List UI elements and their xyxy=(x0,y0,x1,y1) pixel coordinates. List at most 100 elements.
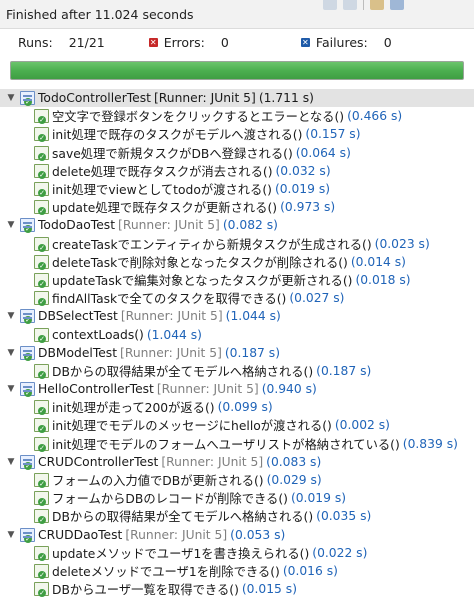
pass-check-icon: ✓ xyxy=(24,389,32,398)
test-row[interactable]: ✓ DBからユーザ一覧を取得できる() (0.015 s) xyxy=(0,580,474,598)
suite-row[interactable]: ▼ ✓ HelloControllerTest [Runner: JUnit 5] (0… xyxy=(0,380,474,398)
test-name: init処理でモデルのフォームへユーザリストが格納されている() xyxy=(52,437,400,452)
test-case-icon: ✓ xyxy=(34,163,49,179)
test-name: save処理で新規タスクがDBへ登録される() xyxy=(52,146,293,161)
suite-row[interactable]: ▼ ✓ TodoDaoTest [Runner: JUnit 5] (0.082 s) xyxy=(0,216,474,234)
test-name: findAllTaskで全てのタスクを取得できる() xyxy=(52,292,287,307)
test-row[interactable]: ✓ init処理が走って200が返る() (0.099 s) xyxy=(0,398,474,416)
test-row[interactable]: ✓ save処理で新規タスクがDBへ登録される() (0.064 s) xyxy=(0,144,474,162)
test-row[interactable]: ✓ 空文字で登録ボタンをクリックするとエラーとなる() (0.466 s) xyxy=(0,107,474,125)
pass-check-icon: ✓ xyxy=(38,370,46,379)
test-row[interactable]: ✓ DBからの取得結果が全てモデルへ格納される() (0.187 s) xyxy=(0,362,474,380)
test-row[interactable]: ✓ フォームの入力値でDBが更新される() (0.029 s) xyxy=(0,471,474,489)
test-row[interactable]: ✓ createTaskでエンティティから新規タスクが生成される() (0.023 … xyxy=(0,235,474,253)
test-name: updateメソッドでユーザ1を書き換えられる() xyxy=(52,546,310,561)
test-case-icon: ✓ xyxy=(34,509,49,525)
run-status-text: Finished after 11.024 seconds xyxy=(6,6,194,22)
test-row[interactable]: ✓ updateTaskで編集対象となったタスクが更新される() (0.018 s) xyxy=(0,271,474,289)
pass-check-icon: ✓ xyxy=(38,480,46,489)
suite-row[interactable]: ▼ ✓ DBModelTest [Runner: JUnit 5] (0.187 s) xyxy=(0,344,474,362)
expand-chevron-icon[interactable]: ▼ xyxy=(6,93,16,103)
pass-check-icon: ✓ xyxy=(38,134,46,143)
suite-row[interactable]: ▼ ✓ CRUDDaoTest [Runner: JUnit 5] (0.053 s) xyxy=(0,526,474,544)
pass-check-icon: ✓ xyxy=(38,443,46,452)
test-case-icon: ✓ xyxy=(34,473,49,489)
test-case-icon: ✓ xyxy=(34,254,49,270)
test-case-icon: ✓ xyxy=(34,363,49,379)
test-name: init処理で既存のタスクがモデルへ渡される() xyxy=(52,128,303,143)
pass-check-icon: ✓ xyxy=(38,516,46,525)
test-row[interactable]: ✓ updateメソッドでユーザ1を書き換えられる() (0.022 s) xyxy=(0,544,474,562)
expand-chevron-icon[interactable]: ▼ xyxy=(6,348,16,358)
test-time: (0.466 s) xyxy=(347,109,403,124)
test-row[interactable]: ✓ init処理でモデルのフォームへユーザリストが格納されている() (0.839 … xyxy=(0,435,474,453)
test-time: (1.044 s) xyxy=(146,327,202,342)
test-row[interactable]: ✓ update処理で既存タスクが更新される() (0.973 s) xyxy=(0,198,474,216)
failures-label: Failures: xyxy=(315,34,368,50)
test-case-icon: ✓ xyxy=(34,127,49,143)
test-name: フォームの入力値でDBが更新される() xyxy=(52,474,264,489)
test-time: (0.027 s) xyxy=(289,291,345,306)
test-name: init処理でモデルのメッセージにhelloが渡される() xyxy=(52,419,332,434)
test-row[interactable]: ✓ init処理でviewとしてtodoが渡される() (0.019 s) xyxy=(0,180,474,198)
test-row[interactable]: ✓ init処理で既存のタスクがモデルへ渡される() (0.157 s) xyxy=(0,125,474,143)
suite-time: (0.082 s) xyxy=(222,218,278,233)
suite-name: TodoDaoTest xyxy=(38,218,116,233)
toolbar xyxy=(323,0,404,10)
expand-chevron-icon[interactable]: ▼ xyxy=(6,311,16,321)
test-row[interactable]: ✓ findAllTaskで全てのタスクを取得できる() (0.027 s) xyxy=(0,289,474,307)
test-suite-icon: ✓ xyxy=(20,527,35,543)
test-time: (0.019 s) xyxy=(274,182,331,197)
test-row[interactable]: ✓ contextLoads() (1.044 s) xyxy=(0,325,474,343)
test-name: DBからの取得結果が全てモデルへ格納される() xyxy=(52,364,314,379)
suite-name: HelloControllerTest xyxy=(38,382,154,397)
suite-row[interactable]: ▼ ✓ CRUDControllerTest [Runner: JUnit 5] (0.… xyxy=(0,453,474,471)
test-tree[interactable]: ▼ ✓ TodoControllerTest [Runner: JUnit 5] (1.… xyxy=(0,89,474,598)
test-case-icon: ✓ xyxy=(34,418,49,434)
test-time: (0.023 s) xyxy=(374,236,430,251)
suite-row[interactable]: ▼ ✓ TodoControllerTest [Runner: JUnit 5] (1.… xyxy=(0,89,474,108)
toolbar-separator xyxy=(363,0,364,10)
expand-chevron-icon[interactable]: ▼ xyxy=(6,530,16,540)
suite-row[interactable]: ▼ ✓ DBSelectTest [Runner: JUnit 5] (1.044 s) xyxy=(0,307,474,325)
suite-runner: [Runner: JUnit 5] xyxy=(153,91,256,106)
pass-check-icon: ✓ xyxy=(38,334,46,343)
test-time: (0.973 s) xyxy=(280,200,336,215)
suite-runner: [Runner: JUnit 5] xyxy=(156,382,259,397)
test-case-icon: ✓ xyxy=(34,182,49,198)
history-icon[interactable] xyxy=(390,0,404,10)
test-time: (0.019 s) xyxy=(290,491,347,506)
test-row[interactable]: ✓ deleteメソッドでユーザ1を削除できる() (0.016 s) xyxy=(0,562,474,580)
test-time: (0.157 s) xyxy=(305,127,361,142)
test-row[interactable]: ✓ フォームからDBのレコードが削除できる() (0.019 s) xyxy=(0,489,474,507)
test-name: createTaskでエンティティから新規タスクが生成される() xyxy=(52,237,372,252)
failures-icon: ✕ xyxy=(300,37,310,47)
rerun-icon[interactable] xyxy=(370,0,384,10)
test-case-icon: ✓ xyxy=(34,200,49,216)
previous-failure-icon[interactable] xyxy=(343,0,357,10)
test-time: (0.029 s) xyxy=(266,473,322,488)
expand-chevron-icon[interactable]: ▼ xyxy=(6,220,16,230)
test-name: updateTaskで編集対象となったタスクが更新される() xyxy=(52,273,353,288)
suite-time: (0.083 s) xyxy=(266,454,322,469)
suite-time: (1.711 s) xyxy=(258,91,314,106)
errors-value: 0 xyxy=(220,34,229,50)
pass-check-icon: ✓ xyxy=(24,352,32,361)
test-row[interactable]: ✓ delete処理で既存タスクが消去される() (0.032 s) xyxy=(0,162,474,180)
test-name: init処理が走って200が返る() xyxy=(52,401,215,416)
expand-chevron-icon[interactable]: ▼ xyxy=(6,384,16,394)
test-case-icon: ✓ xyxy=(34,582,49,598)
test-name: init処理でviewとしてtodoが渡される() xyxy=(52,183,272,198)
test-name: update処理で既存タスクが更新される() xyxy=(52,201,278,216)
status-bar: Finished after 11.024 seconds xyxy=(0,0,474,29)
suite-runner: [Runner: JUnit 5] xyxy=(120,309,223,324)
test-row[interactable]: ✓ deleteTaskで削除対象となったタスクが削除される() (0.014 s) xyxy=(0,253,474,271)
next-failure-icon[interactable] xyxy=(323,0,337,10)
test-case-icon: ✓ xyxy=(34,109,49,125)
expand-chevron-icon[interactable]: ▼ xyxy=(6,457,16,467)
test-row[interactable]: ✓ DBからの取得結果が全てモデルへ格納される() (0.035 s) xyxy=(0,507,474,525)
suite-time: (0.940 s) xyxy=(261,382,317,397)
test-row[interactable]: ✓ init処理でモデルのメッセージにhelloが渡される() (0.002 s) xyxy=(0,416,474,434)
test-time: (0.187 s) xyxy=(316,363,372,378)
test-suite-icon: ✓ xyxy=(20,91,35,107)
